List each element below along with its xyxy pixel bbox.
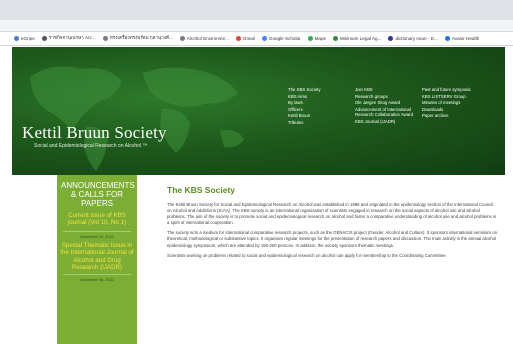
google-scholar-icon — [261, 36, 267, 41]
nav-listserv-group[interactable]: KBS LISTSERV Group — [422, 94, 492, 100]
bookmark-favicon-icon — [41, 36, 47, 41]
announcement-date: December 10, 2022 — [63, 230, 131, 239]
announcement-date: November 05, 2022 — [63, 274, 131, 282]
bookmark-egripe[interactable]: eGripe — [14, 36, 35, 41]
nav-column-2: Join KBS Research groups Ole Jørgen Skog… — [355, 87, 413, 126]
bookmark-dictionary[interactable]: dictionary noun - D... — [388, 36, 438, 41]
site-banner: Kettil Bruun Society Social and Epidemio… — [12, 47, 505, 175]
maps-pin-icon — [307, 36, 313, 41]
bookmark-favicon-icon — [332, 36, 338, 41]
nav-column-1: The KBS Society KBS Aims By laws Officer… — [288, 87, 344, 127]
nav-minutes[interactable]: Minutes of meetings — [422, 100, 492, 106]
bookmarks-bar: eGripe ราชกิจจานุเบกษา Arc... ทรงเครื่อง… — [0, 32, 513, 46]
main-content: The KBS Society The Kettil Bruun Society… — [167, 185, 499, 263]
nav-tributes[interactable]: Tributes — [288, 120, 344, 126]
nav-kbs-journal[interactable]: KBS Journal (IJADR) — [355, 119, 413, 125]
website: Kettil Bruun Society Social and Epidemio… — [12, 47, 505, 344]
bookmark-favicon-icon — [444, 36, 450, 41]
bookmark-favicon-icon — [102, 36, 108, 41]
nav-research-groups[interactable]: Research groups — [355, 94, 413, 100]
nav-downloads[interactable]: Downloads — [422, 107, 492, 113]
bookmark-maps[interactable]: Maps — [307, 36, 326, 41]
bookmark-favicon-icon — [388, 36, 394, 41]
announcements-heading: ANNOUNCEMENTS & CALLS FOR PAPERS — [61, 181, 135, 208]
bookmark-ratchakitcha[interactable]: ราชกิจจานุเบกษา Arc... — [41, 35, 96, 42]
site-logo-subtitle: Social and Epidemiological Research on A… — [34, 143, 148, 149]
bookmark-thai-site[interactable]: ทรงเครื่องทรงพร้อม กุลานุวงศ์... — [102, 35, 173, 42]
nav-officers[interactable]: Officers — [288, 107, 344, 113]
nav-join-kbs[interactable]: Join KBS — [355, 87, 413, 93]
activities-paragraph: The society acts a medium for internatio… — [167, 230, 498, 248]
nav-by-laws[interactable]: By laws — [288, 100, 344, 106]
bookmark-minimum-legal-age[interactable]: Minimum Legal Ag... — [332, 36, 381, 41]
nav-symposia[interactable]: Past and future symposia — [422, 87, 492, 93]
bookmark-alcohol-environment[interactable]: Alcohol Environme... — [179, 36, 229, 41]
nav-kbs-aims[interactable]: KBS Aims — [288, 94, 344, 100]
membership-paragraph: Scientists working on problems related t… — [167, 252, 447, 258]
nav-skog-award[interactable]: Ole Jørgen Skog Award — [355, 100, 413, 106]
announcement-current-issue-link[interactable]: Current issue of KBS journal (Vol 10, No… — [57, 212, 137, 227]
nav-the-kbs-society[interactable]: The KBS Society — [288, 87, 344, 93]
nav-paper-archive[interactable]: Paper archive — [422, 113, 492, 119]
nav-collaboration-award[interactable]: Advancement of International Research Co… — [355, 107, 413, 118]
announcements-sidebar: ANNOUNCEMENTS & CALLS FOR PAPERS Current… — [57, 175, 137, 344]
bookmark-gmail[interactable]: Gmail — [235, 36, 255, 41]
intro-paragraph: The Kettil Bruun Society for Social and … — [167, 202, 497, 226]
bookmark-google-scholar[interactable]: Google Scholar — [261, 36, 301, 41]
announcement-special-issue-link[interactable]: Special Thematic Issue in the Internatio… — [57, 242, 137, 272]
site-logo-title[interactable]: Kettil Bruun Society — [22, 123, 167, 143]
bookmark-avanir-health[interactable]: Avanir Health — [444, 36, 479, 41]
page-title: The KBS Society — [167, 185, 236, 195]
browser-tab-strip — [0, 0, 513, 20]
nav-kettil-bruun[interactable]: Kettil Bruun — [288, 113, 344, 119]
gmail-icon — [235, 36, 241, 41]
browser-address-bar[interactable] — [0, 20, 513, 32]
bookmark-favicon-icon — [179, 36, 185, 41]
nav-column-3: Past and future symposia KBS LISTSERV Gr… — [422, 87, 492, 120]
bookmark-favicon-icon — [14, 36, 19, 41]
